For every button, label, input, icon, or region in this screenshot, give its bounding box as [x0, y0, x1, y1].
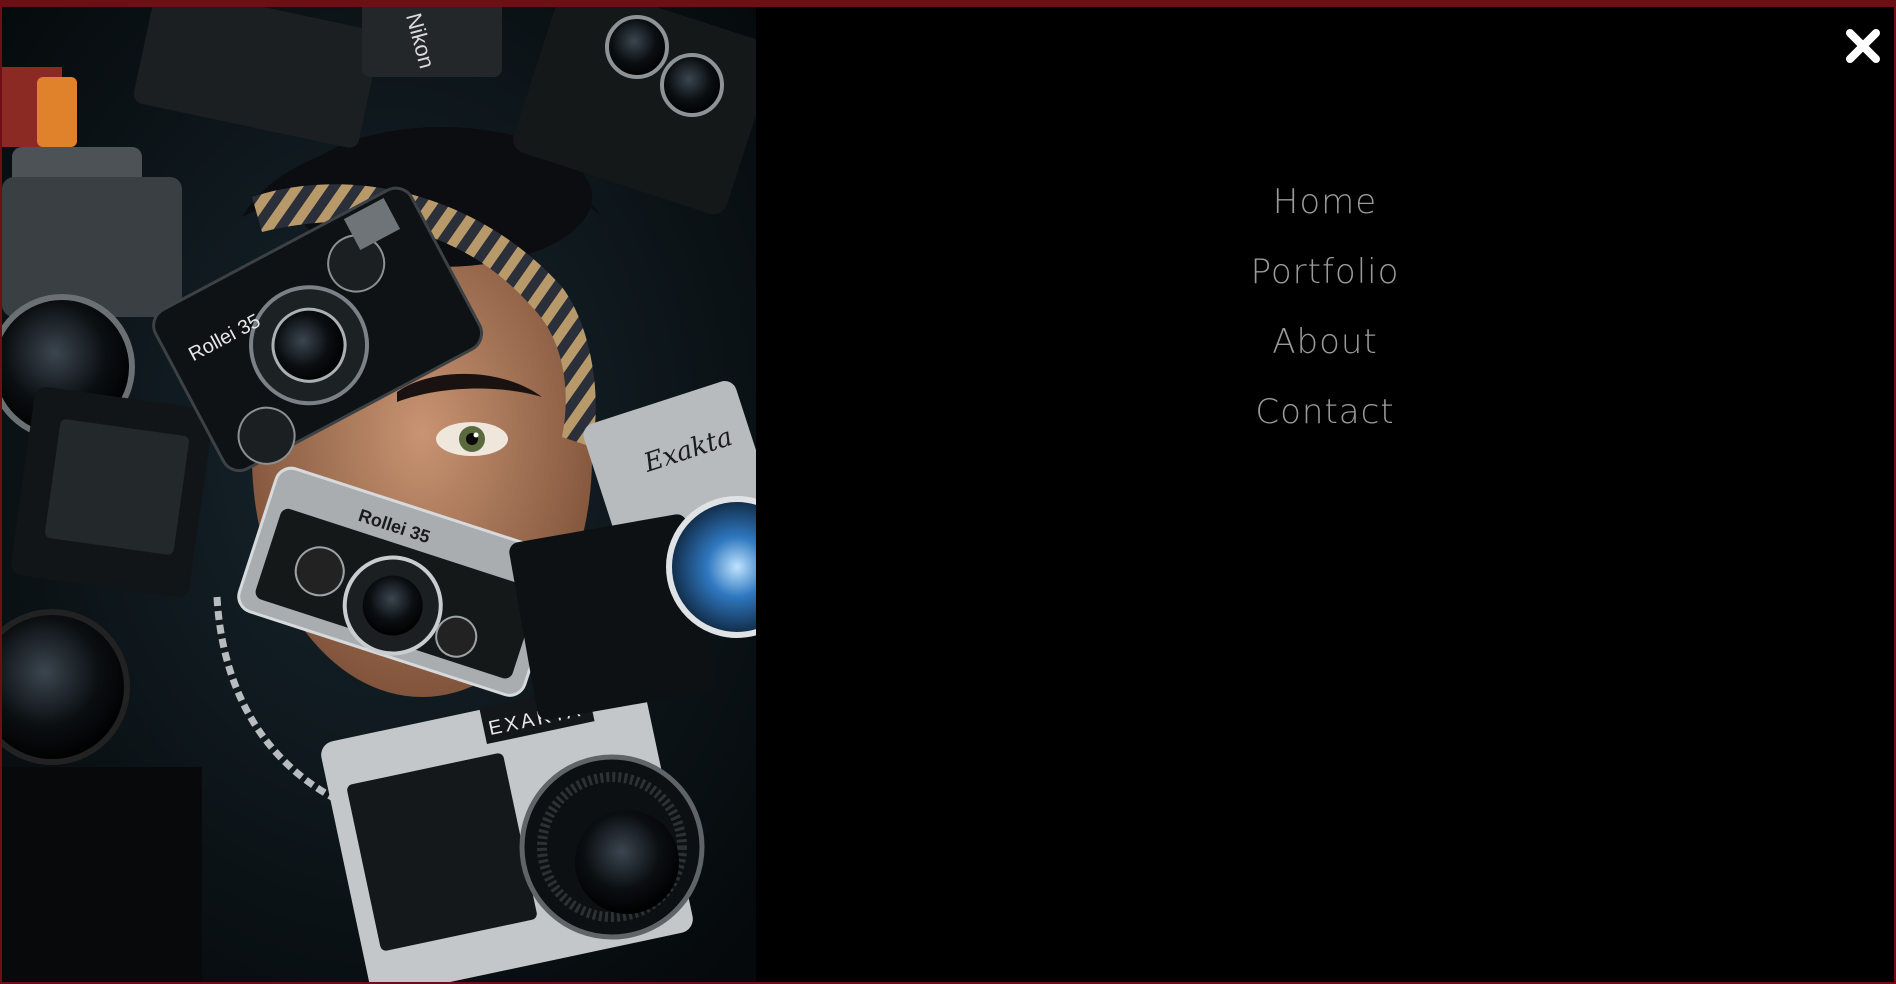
nav-item-about: About — [756, 307, 1894, 377]
nav-link-contact[interactable]: Contact — [1255, 392, 1394, 432]
hero-photo: Nikon Rollei 35 Rollei 35 EXAKTA Exakta — [2, 7, 756, 982]
nav-link-home[interactable]: Home — [1273, 182, 1377, 222]
main-nav: Home Portfolio About Contact — [756, 167, 1894, 447]
camera-collage-image: Nikon Rollei 35 Rollei 35 EXAKTA Exakta — [2, 7, 756, 982]
nav-item-portfolio: Portfolio — [756, 237, 1894, 307]
nav-item-contact: Contact — [756, 377, 1894, 447]
menu-overlay: Nikon Rollei 35 Rollei 35 EXAKTA Exakta … — [0, 0, 1896, 984]
nav-link-about[interactable]: About — [1272, 322, 1378, 362]
nav-link-portfolio[interactable]: Portfolio — [1251, 252, 1400, 292]
nav-item-home: Home — [756, 167, 1894, 237]
close-menu-button[interactable] — [1842, 25, 1884, 67]
menu-panel: Home Portfolio About Contact — [756, 7, 1894, 982]
close-x-icon — [1846, 29, 1880, 63]
